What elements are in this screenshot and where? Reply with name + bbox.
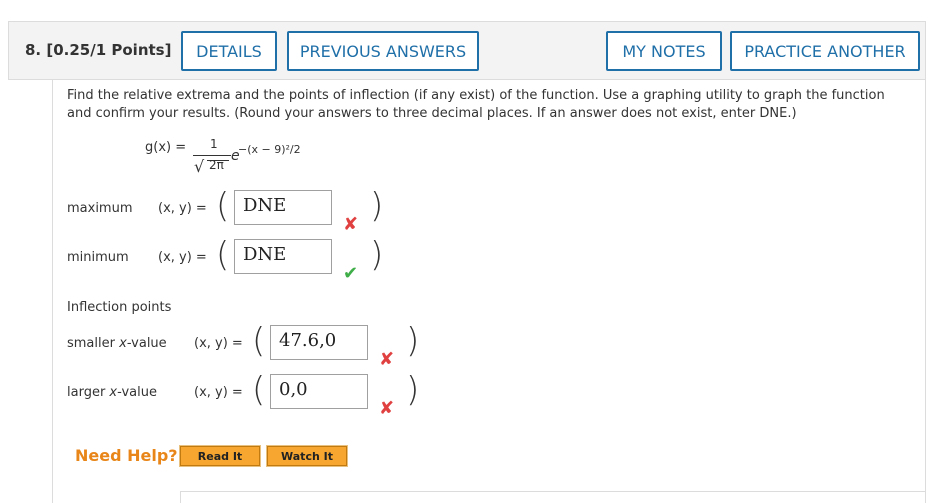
maximum-xy-label: (x, y) = <box>158 201 207 216</box>
instructions-text: Find the relative extrema and the points… <box>67 88 885 121</box>
practice-another-button[interactable]: PRACTICE ANOTHER <box>730 31 920 71</box>
close-paren: ) <box>370 186 384 226</box>
open-paren: ( <box>216 186 230 226</box>
question-header: 8. [0.25/1 Points] DETAILS PREVIOUS ANSW… <box>8 21 926 80</box>
close-paren: ) <box>370 235 384 275</box>
open-paren: ( <box>252 321 266 361</box>
incorrect-icon: ✘ <box>379 398 395 419</box>
correct-icon: ✔ <box>343 263 359 284</box>
minimum-answer-input[interactable]: DNE <box>234 239 332 274</box>
maximum-answer-input[interactable]: DNE <box>234 190 332 225</box>
incorrect-icon: ✘ <box>343 214 359 235</box>
formula-denominator: 2π <box>209 158 224 172</box>
next-section-box <box>180 491 926 503</box>
formula-exponent: −(x − 9)²/2 <box>238 143 301 156</box>
close-paren: ) <box>406 370 420 410</box>
incorrect-icon: ✘ <box>379 349 395 370</box>
details-button[interactable]: DETAILS <box>181 31 277 71</box>
minimum-label: minimum <box>67 250 129 265</box>
fraction-bar <box>193 155 231 156</box>
watch-it-button[interactable]: Watch It <box>266 445 348 467</box>
sqrt-icon: √ <box>194 157 205 176</box>
larger-xy-label: (x, y) = <box>194 385 243 400</box>
larger-x-label: larger x-value <box>67 385 157 400</box>
smaller-xy-label: (x, y) = <box>194 336 243 351</box>
inflection-heading: Inflection points <box>67 300 172 315</box>
my-notes-button[interactable]: MY NOTES <box>606 31 722 71</box>
smaller-inflection-input[interactable]: 47.6,0 <box>270 325 368 360</box>
read-it-button[interactable]: Read It <box>179 445 261 467</box>
question-number: 8. [0.25/1 Points] <box>25 41 172 59</box>
larger-inflection-input[interactable]: 0,0 <box>270 374 368 409</box>
formula-numerator: 1 <box>210 137 218 151</box>
maximum-label: maximum <box>67 201 133 216</box>
previous-answers-button[interactable]: PREVIOUS ANSWERS <box>287 31 479 71</box>
open-paren: ( <box>252 370 266 410</box>
points-label: [0.25/1 Points] <box>46 41 172 59</box>
minimum-xy-label: (x, y) = <box>158 250 207 265</box>
open-paren: ( <box>216 235 230 275</box>
close-paren: ) <box>406 321 420 361</box>
smaller-x-label: smaller x-value <box>67 336 167 351</box>
need-help-label: Need Help? <box>75 446 178 465</box>
formula-lhs: g(x) = <box>145 140 187 155</box>
